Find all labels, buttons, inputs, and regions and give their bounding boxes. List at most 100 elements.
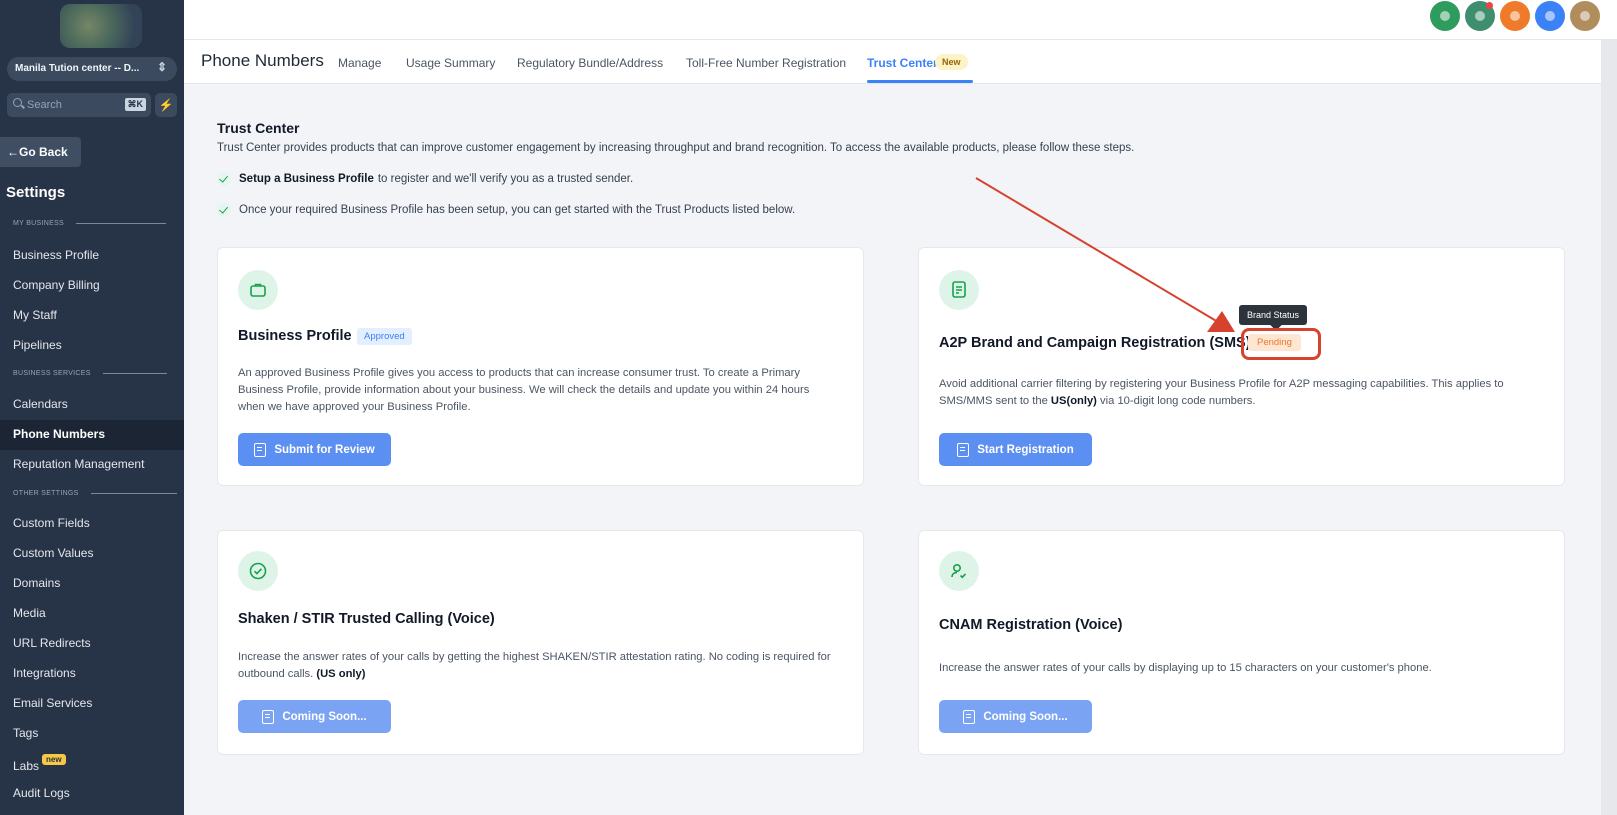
- divider: [76, 223, 167, 224]
- coming-soon-button[interactable]: Coming Soon...: [939, 700, 1092, 733]
- top-bar: [184, 0, 1617, 40]
- sidebar-item-media[interactable]: Media: [13, 606, 46, 620]
- divider: [90, 493, 177, 494]
- account-name: Manila Tution center -- D...: [15, 63, 140, 74]
- step-1-text: to register and we'll verify you as a tr…: [377, 173, 634, 185]
- notification-dot: [1486, 2, 1493, 9]
- button-label: Coming Soon...: [983, 710, 1068, 723]
- tab-toll-free-registration[interactable]: Toll-Free Number Registration: [686, 56, 846, 70]
- avatar-user[interactable]: [1570, 1, 1600, 31]
- check-icon: [217, 203, 231, 217]
- go-back-button[interactable]: ←Go Back: [0, 137, 81, 167]
- step-2: Once your required Business Profile has …: [217, 203, 795, 217]
- section-other-settings: OTHER SETTINGS: [13, 490, 177, 497]
- sidebar-item-url-redirects[interactable]: URL Redirects: [13, 636, 91, 650]
- chevron-updown-icon: ⇕: [156, 60, 167, 74]
- status-badge-approved: Approved: [357, 328, 412, 345]
- document-icon: [957, 442, 970, 457]
- section-label: BUSINESS SERVICES: [13, 370, 91, 377]
- divider: [102, 373, 167, 374]
- tab-manage[interactable]: Manage: [338, 56, 381, 70]
- scrollbar[interactable]: [1601, 40, 1617, 815]
- sidebar-item-business-profile[interactable]: Business Profile: [13, 248, 99, 262]
- bell-icon: [1475, 11, 1485, 21]
- card-title: Shaken / STIR Trusted Calling (Voice): [238, 611, 495, 627]
- company-logo[interactable]: [60, 4, 142, 48]
- sidebar-item-integrations[interactable]: Integrations: [13, 666, 76, 680]
- user-check-icon: [939, 551, 979, 591]
- phone-icon: [1440, 11, 1450, 21]
- button-label: Coming Soon...: [282, 710, 367, 723]
- button-label: Start Registration: [977, 443, 1074, 456]
- sidebar-item-my-staff[interactable]: My Staff: [13, 308, 57, 322]
- labs-new-badge: new: [42, 754, 66, 765]
- arrow-left-icon: ←: [7, 145, 19, 159]
- search-icon: [13, 98, 22, 107]
- megaphone-icon: [1510, 11, 1520, 21]
- help-icon: [1545, 11, 1555, 21]
- badge-check-icon: [238, 551, 278, 591]
- annotation-arrow-icon: [975, 177, 1235, 332]
- submit-for-review-button[interactable]: Submit for Review: [238, 433, 391, 466]
- sidebar-item-labs[interactable]: Labs new: [13, 754, 66, 773]
- labs-label: Labs: [13, 759, 40, 773]
- search-shortcut: ⌘K: [124, 98, 146, 111]
- step-1: Setup a Business Profile to register and…: [217, 172, 633, 186]
- check-icon: [217, 172, 231, 186]
- settings-title: Settings: [6, 184, 66, 201]
- description-bold: (US only): [316, 668, 366, 680]
- sidebar-item-phone-numbers[interactable]: Phone Numbers: [13, 427, 105, 441]
- section-label: OTHER SETTINGS: [13, 490, 79, 497]
- tab-usage-summary[interactable]: Usage Summary: [406, 56, 495, 70]
- card-description: Increase the answer rates of your calls …: [238, 649, 838, 683]
- sidebar-item-calendars[interactable]: Calendars: [13, 397, 68, 411]
- sidebar-item-audit-logs[interactable]: Audit Logs: [13, 786, 70, 800]
- active-tab-underline: [867, 80, 973, 83]
- sidebar-item-custom-fields[interactable]: Custom Fields: [13, 516, 90, 530]
- sidebar-item-company-billing[interactable]: Company Billing: [13, 278, 100, 292]
- start-registration-button[interactable]: Start Registration: [939, 433, 1092, 466]
- quick-action-bolt-icon[interactable]: ⚡: [155, 93, 177, 117]
- account-switcher[interactable]: Manila Tution center -- D... ⇕: [7, 57, 177, 81]
- card-description: An approved Business Profile gives you a…: [238, 367, 810, 413]
- business-profile-card: Business Profile Approved An approved Bu…: [217, 247, 864, 486]
- card-description: Increase the answer rates of your calls …: [939, 662, 1432, 674]
- step-2-text: Once your required Business Profile has …: [239, 204, 796, 216]
- tab-regulatory-bundle[interactable]: Regulatory Bundle/Address: [517, 56, 663, 70]
- tab-trust-center[interactable]: Trust Center: [867, 56, 938, 70]
- description-part: via 10-digit long code numbers.: [1100, 395, 1256, 407]
- search-placeholder: Search: [27, 99, 62, 111]
- button-label: Submit for Review: [274, 443, 375, 456]
- page-title: Phone Numbers: [201, 51, 324, 70]
- go-back-label: Go Back: [19, 145, 68, 159]
- avatar-notifications[interactable]: [1465, 1, 1495, 31]
- sidebar-item-custom-values[interactable]: Custom Values: [13, 546, 93, 560]
- sidebar-item-email-services[interactable]: Email Services: [13, 696, 92, 710]
- annotation-highlight-box: [1241, 328, 1321, 360]
- card-title: Business Profile: [238, 328, 352, 344]
- search-input[interactable]: Search ⌘K: [7, 93, 151, 117]
- edit-icon: [254, 442, 267, 457]
- trust-center-description: Trust Center provides products that can …: [217, 142, 1135, 154]
- step-1-bold: Setup a Business Profile: [239, 173, 374, 185]
- card-title: CNAM Registration (Voice): [939, 617, 1123, 633]
- document-icon: [262, 709, 275, 724]
- sidebar-item-domains[interactable]: Domains: [13, 576, 60, 590]
- document-icon: [963, 709, 976, 724]
- coming-soon-button[interactable]: Coming Soon...: [238, 700, 391, 733]
- avatar-updates[interactable]: [1500, 1, 1530, 31]
- user-icon: [1580, 11, 1590, 21]
- phone-numbers-nav: Phone Numbers Manage Usage Summary Regul…: [184, 40, 1601, 84]
- sidebar-item-reputation-management[interactable]: Reputation Management: [13, 457, 144, 471]
- briefcase-icon: [238, 270, 278, 310]
- avatar-help[interactable]: [1535, 1, 1565, 31]
- tab-new-badge: New: [935, 54, 968, 70]
- section-business-services: BUSINESS SERVICES: [13, 370, 167, 377]
- description-bold: US(only): [1050, 395, 1097, 407]
- section-my-business: MY BUSINESS: [13, 220, 167, 227]
- shaken-stir-card: Shaken / STIR Trusted Calling (Voice) In…: [217, 530, 864, 755]
- cnam-card: CNAM Registration (Voice) Increase the a…: [918, 530, 1565, 755]
- sidebar-item-pipelines[interactable]: Pipelines: [13, 338, 62, 352]
- avatar-phone[interactable]: [1430, 1, 1460, 31]
- sidebar-item-tags[interactable]: Tags: [13, 726, 38, 740]
